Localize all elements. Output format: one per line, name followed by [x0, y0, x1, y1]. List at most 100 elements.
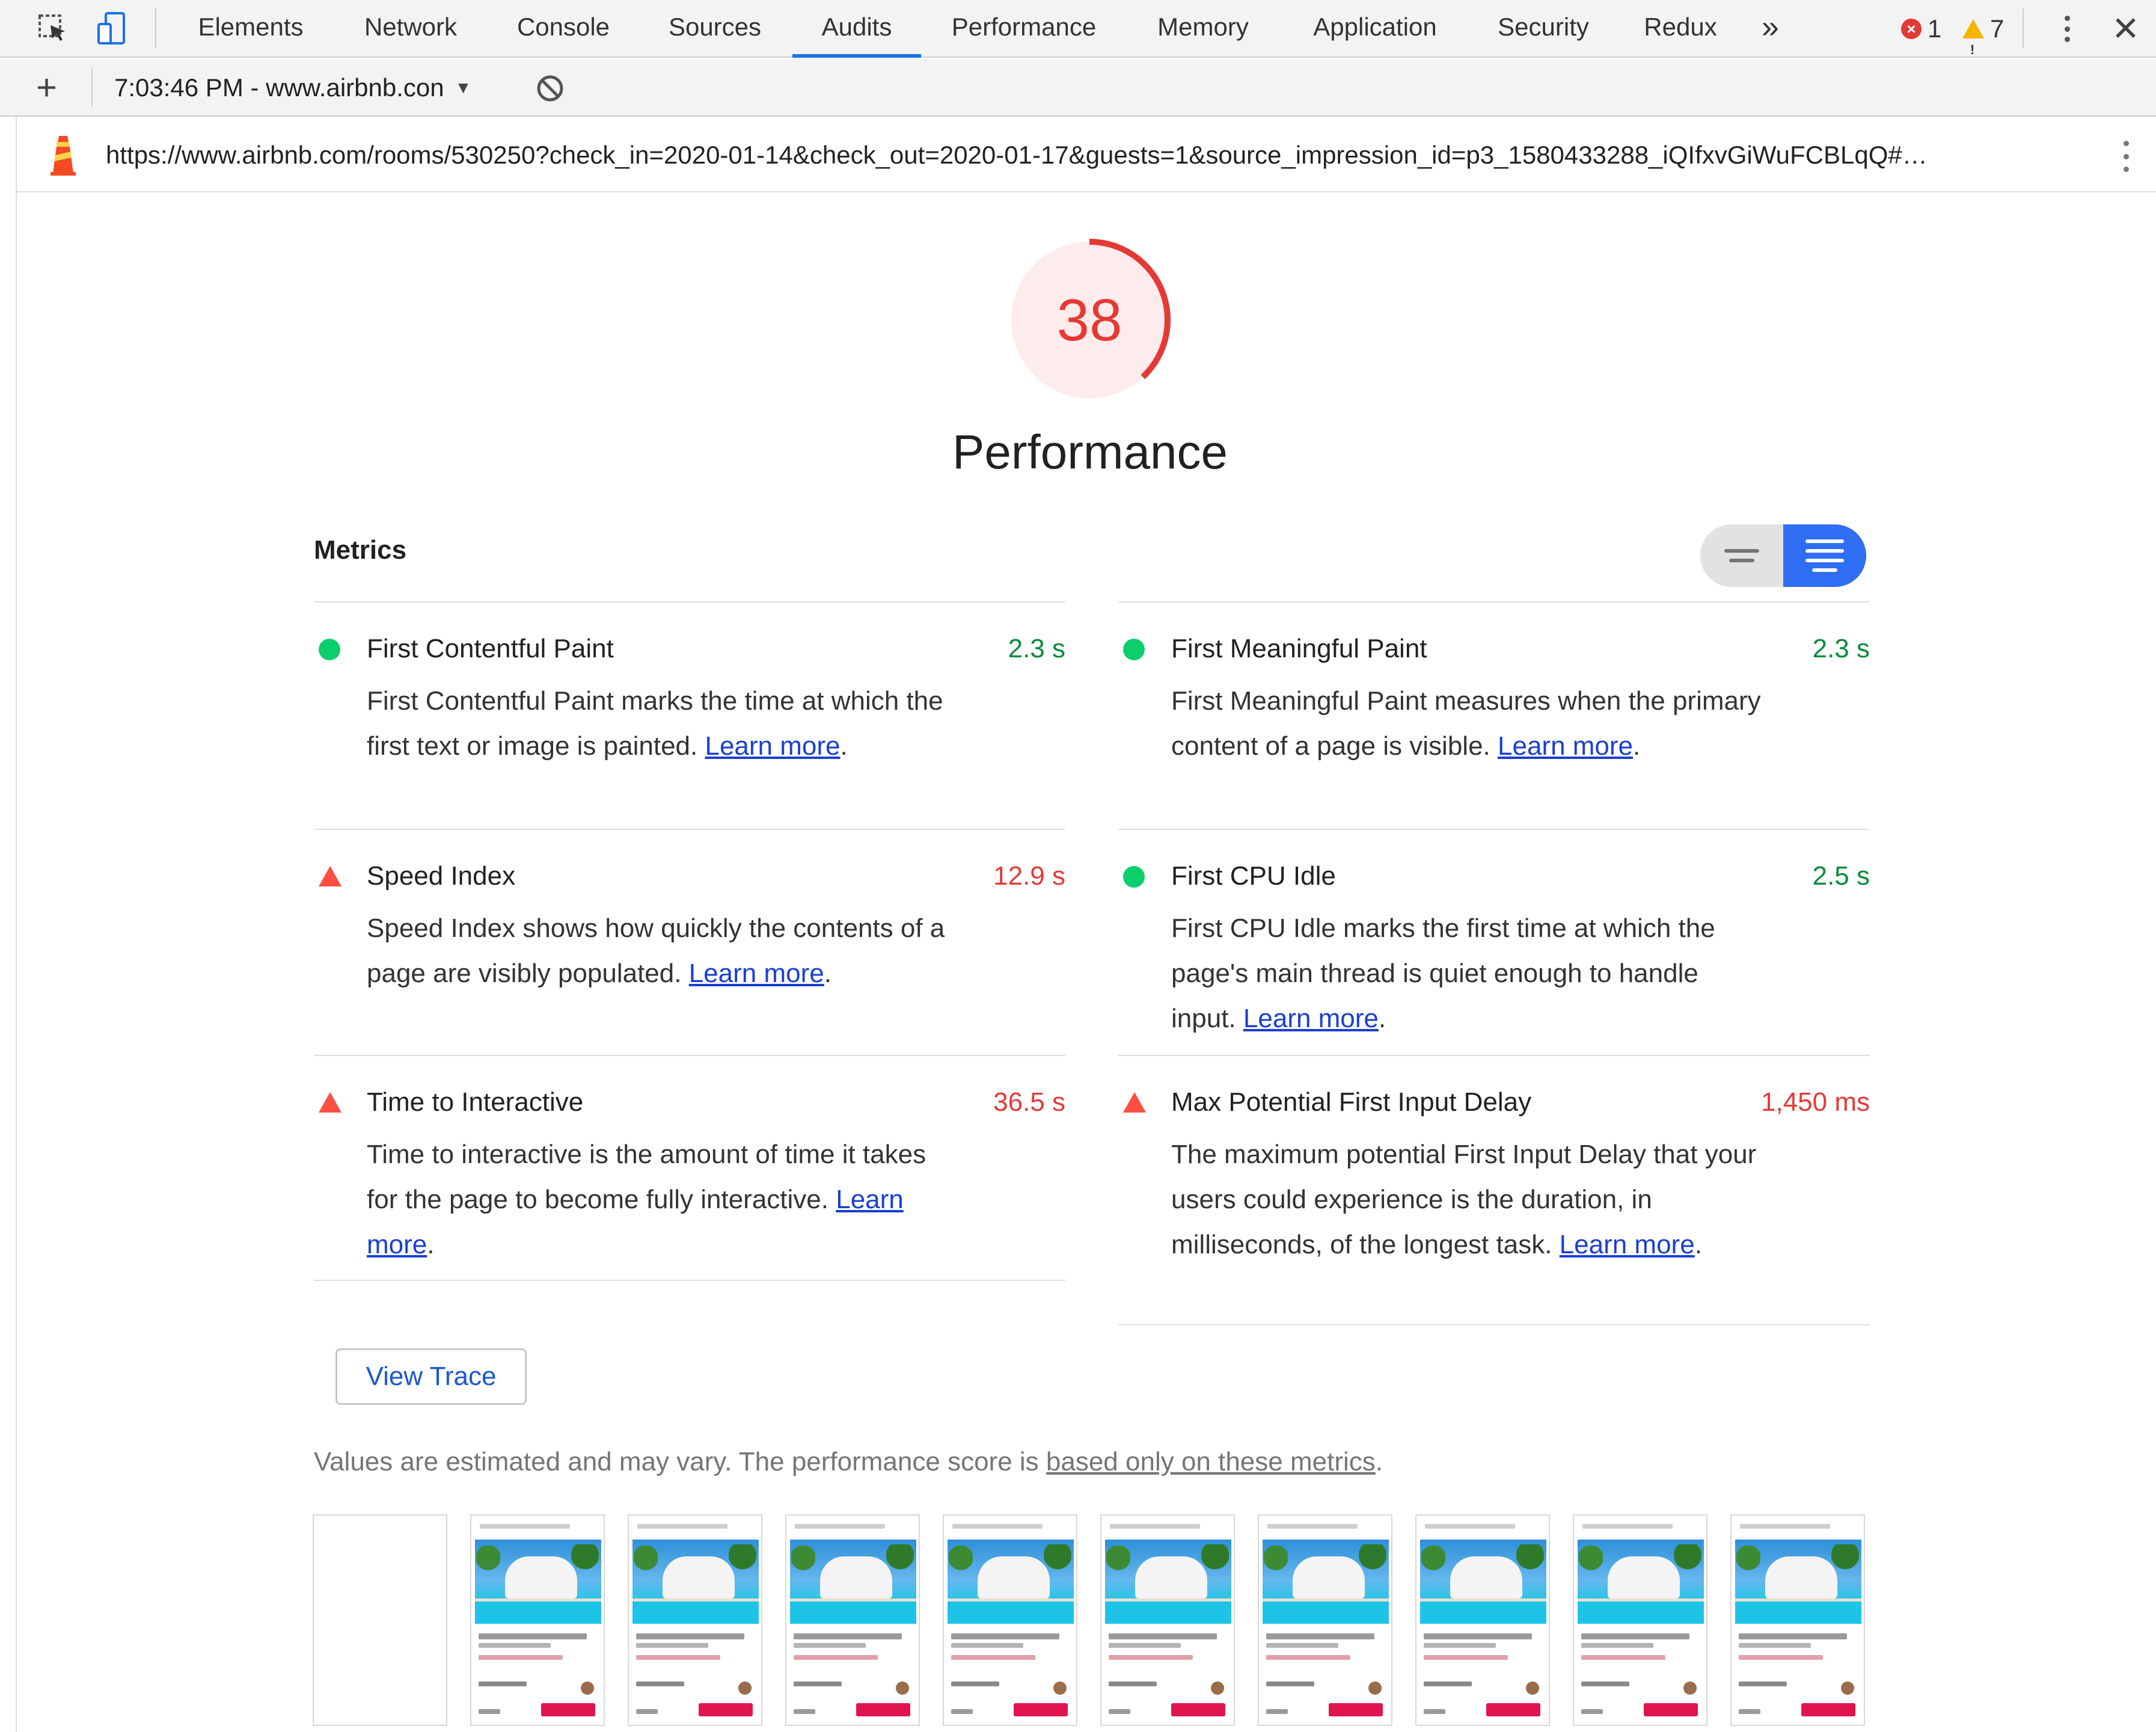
metric-title: First Meaningful Paint — [1171, 634, 1427, 663]
clear-all-icon[interactable] — [535, 73, 565, 103]
chevron-down-icon: ▼ — [455, 78, 472, 97]
tab-redux[interactable]: Redux — [1635, 0, 1726, 58]
view-trace-button[interactable]: View Trace — [335, 1348, 527, 1405]
warning-counter[interactable]: 7 — [1962, 0, 2004, 77]
metric-description: First Contentful Paint marks the time at… — [367, 686, 943, 761]
tab-sources[interactable]: Sources — [652, 0, 778, 58]
toolbar-divider — [91, 67, 93, 107]
metric-value: 1,450 ms — [1761, 1087, 1870, 1117]
category-title: Performance — [952, 425, 1228, 479]
error-counter[interactable]: × 1 — [1901, 0, 1941, 58]
metric-speed-index: Speed Index 12.9 s Speed Index shows how… — [314, 829, 1065, 1055]
metric-title: First Contentful Paint — [367, 634, 614, 663]
tab-elements[interactable]: Elements — [188, 0, 314, 58]
devtools-tab-bar: Elements Network Console Sources Audits … — [0, 0, 2156, 77]
error-count: 1 — [1928, 14, 1942, 43]
report-selector[interactable]: 7:03:46 PM - www.airbnb.con ▼ — [114, 59, 471, 117]
filmstrip-frame — [785, 1514, 920, 1726]
learn-more-link[interactable]: Learn more — [689, 959, 824, 988]
score-footnote: Values are estimated and may vary. The p… — [314, 1447, 1383, 1476]
filmstrip-frame — [1730, 1514, 1865, 1726]
metric-title: Max Potential First Input Delay — [1171, 1087, 1532, 1117]
metric-first-cpu-idle: First CPU Idle 2.5 s First CPU Idle mark… — [1118, 829, 1870, 1055]
metric-title: Time to Interactive — [367, 1087, 584, 1117]
listing-photo-thumbnail — [475, 1540, 601, 1624]
metric-title: Speed Index — [367, 861, 516, 891]
metric-description: First CPU Idle marks the first time at w… — [1171, 914, 1715, 1033]
tab-memory[interactable]: Memory — [1140, 0, 1266, 58]
metrics-divider — [1118, 1324, 1870, 1325]
filmstrip-frame — [943, 1514, 1077, 1726]
metric-description: Time to interactive is the amount of tim… — [367, 1140, 926, 1259]
error-icon: × — [1901, 19, 1922, 39]
tab-network[interactable]: Network — [348, 0, 474, 58]
filmstrip-frame — [470, 1514, 605, 1726]
fail-indicator-icon — [319, 1092, 341, 1113]
metric-time-to-interactive: Time to Interactive 36.5 s Time to inter… — [314, 1055, 1065, 1281]
metric-first-meaningful-paint: First Meaningful Paint 2.3 s First Meani… — [1118, 601, 1870, 829]
metric-value: 12.9 s — [993, 861, 1065, 891]
metrics-heading: Metrics — [314, 535, 407, 565]
warning-count: 7 — [1990, 14, 2004, 43]
panel-gutter — [16, 117, 17, 1732]
device-toolbar-icon[interactable] — [95, 12, 129, 46]
audits-toolbar: + 7:03:46 PM - www.airbnb.con ▼ — [0, 59, 2156, 117]
metric-first-contentful-paint: First Contentful Paint 2.3 s First Conte… — [314, 601, 1065, 829]
metric-description: First Meaningful Paint measures when the… — [1171, 686, 1761, 761]
metric-value: 2.3 s — [1008, 634, 1065, 663]
filmstrip-frame — [1258, 1514, 1392, 1726]
filmstrip-frame — [1100, 1514, 1235, 1726]
expanded-view-icon[interactable] — [1783, 524, 1866, 587]
listing-photo-thumbnail — [790, 1540, 916, 1624]
report-selector-label: 7:03:46 PM - www.airbnb.con — [114, 73, 444, 102]
listing-photo-thumbnail — [948, 1540, 1074, 1624]
more-tabs-icon[interactable]: » — [1762, 0, 1779, 58]
audited-url: https://www.airbnb.com/rooms/530250?chec… — [106, 141, 1928, 169]
listing-photo-thumbnail — [632, 1540, 759, 1624]
tab-console[interactable]: Console — [500, 0, 626, 58]
filmstrip-frame — [313, 1514, 447, 1726]
metric-value: 2.3 s — [1812, 634, 1870, 663]
tab-performance[interactable]: Performance — [938, 0, 1110, 58]
filmstrip — [313, 1514, 1870, 1732]
inspect-element-icon[interactable] — [36, 12, 70, 46]
devtools-menu-icon[interactable] — [2055, 13, 2079, 45]
listing-photo-thumbnail — [1735, 1540, 1861, 1624]
compact-view-icon[interactable] — [1700, 524, 1783, 587]
filmstrip-frame — [628, 1514, 762, 1726]
tab-application[interactable]: Application — [1294, 0, 1456, 58]
audited-url-bar: https://www.airbnb.com/rooms/530250?chec… — [17, 118, 2156, 192]
listing-photo-thumbnail — [1105, 1540, 1231, 1624]
pass-indicator-icon — [1123, 866, 1145, 888]
listing-photo-thumbnail — [1578, 1540, 1704, 1624]
learn-more-link[interactable]: Learn more — [1243, 1004, 1379, 1033]
fail-indicator-icon — [319, 866, 341, 886]
learn-more-link[interactable]: Learn more — [1560, 1230, 1695, 1259]
new-audit-icon[interactable]: + — [36, 59, 57, 117]
metric-description: The maximum potential First Input Delay … — [1171, 1140, 1757, 1259]
report-menu-icon[interactable] — [2114, 140, 2138, 173]
metrics-view-toggle[interactable] — [1700, 524, 1866, 587]
toolbar-divider — [2023, 8, 2024, 48]
toolbar-divider — [155, 8, 156, 48]
filmstrip-frame — [1573, 1514, 1707, 1726]
learn-more-link[interactable]: Learn more — [705, 731, 840, 761]
listing-photo-thumbnail — [1420, 1540, 1546, 1624]
listing-photo-thumbnail — [1263, 1540, 1389, 1624]
learn-more-link[interactable]: Learn more — [1498, 731, 1633, 761]
close-devtools-icon[interactable]: ✕ — [2112, 5, 2140, 53]
pass-indicator-icon — [319, 639, 340, 660]
pass-indicator-icon — [1123, 639, 1145, 660]
filmstrip-frame — [1415, 1514, 1550, 1726]
tab-security[interactable]: Security — [1480, 0, 1606, 58]
tab-audits[interactable]: Audits — [792, 0, 921, 58]
score-calculation-link[interactable]: based only on these metrics — [1046, 1447, 1376, 1476]
lighthouse-icon — [51, 136, 76, 176]
metric-max-potential-fid: Max Potential First Input Delay 1,450 ms… — [1118, 1055, 1870, 1325]
metric-description: Speed Index shows how quickly the conten… — [367, 914, 945, 988]
performance-score-value: 38 — [1056, 287, 1122, 353]
warning-icon — [1962, 19, 1984, 77]
metrics-divider — [314, 1280, 1065, 1281]
fail-indicator-icon — [1123, 1092, 1146, 1113]
metric-value: 2.5 s — [1812, 861, 1870, 891]
